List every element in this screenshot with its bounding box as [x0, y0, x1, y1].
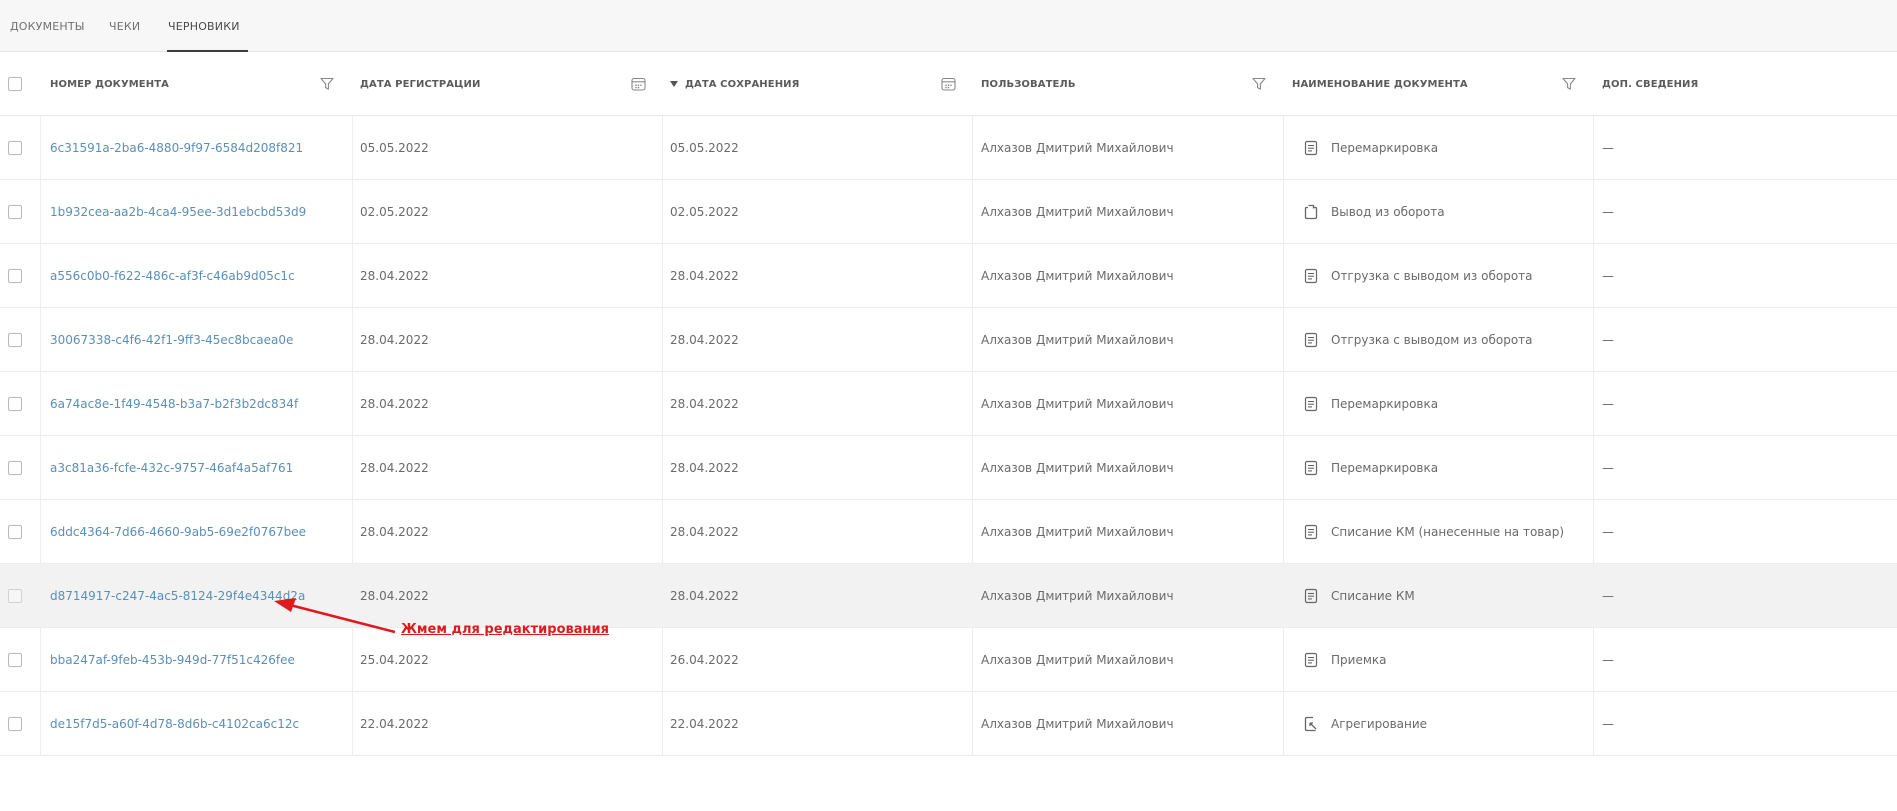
annotation-label: Жмем для редактирования — [401, 622, 609, 637]
annotation-arrow — [274, 598, 396, 634]
